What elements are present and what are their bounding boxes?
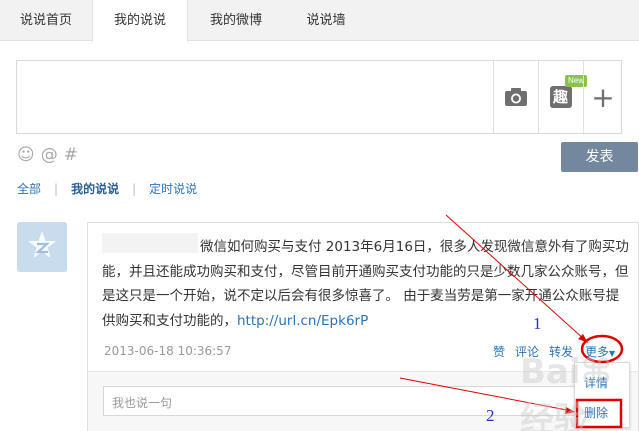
annotation-number-1: 1 (533, 314, 542, 333)
qu-icon: 趣 (549, 86, 572, 108)
like-button[interactable]: 赞 (493, 343, 505, 360)
publish-button[interactable]: 发表 (561, 142, 638, 172)
filter-separator: | (54, 181, 59, 196)
smiley-icon[interactable]: ☺ (17, 145, 35, 165)
composer-extras: ☺ @ # (17, 145, 78, 165)
camera-icon (504, 88, 527, 106)
filter-mine[interactable]: 我的说说 (71, 180, 119, 197)
add-button[interactable]: + (583, 61, 622, 133)
composer-input[interactable] (17, 61, 491, 133)
hashtag-icon[interactable]: # (64, 145, 78, 165)
annotation-number-2: 2 (486, 406, 495, 425)
tab-shuoshuo-home[interactable]: 说说首页 (0, 0, 92, 41)
tab-shuoshuo-wall[interactable]: 说说墙 (284, 0, 368, 41)
qu-button[interactable]: 趣 New (538, 61, 588, 133)
avatar[interactable] (17, 222, 67, 272)
post-content: 微信如何购买与支付 2013年6月16日，很多人发现微信意外有了购买功能，并且还… (102, 235, 630, 333)
camera-button[interactable] (493, 61, 537, 133)
reply-input[interactable]: 我也说一句 (103, 386, 577, 416)
at-icon[interactable]: @ (41, 145, 58, 165)
filter-separator: | (132, 181, 137, 196)
tab-my-shuoshuo[interactable]: 我的说说 (92, 0, 188, 42)
filter-all[interactable]: 全部 (17, 180, 41, 197)
default-avatar-icon (17, 222, 67, 272)
plus-icon: + (591, 80, 615, 114)
filter-bar: 全部 | 我的说说 | 定时说说 (17, 180, 197, 197)
post-timestamp: 2013-06-18 10:36:57 (104, 344, 232, 358)
baidu-watermark: Bai⌘经验 (520, 352, 613, 431)
tab-my-weibo[interactable]: 我的微博 (188, 0, 284, 41)
composer-box: 趣 New + (16, 60, 622, 134)
filter-scheduled[interactable]: 定时说说 (149, 180, 197, 197)
post-link[interactable]: http://url.cn/Epk6rP (237, 313, 368, 329)
tab-bar: 说说首页 我的说说 我的微博 说说墙 (0, 0, 639, 42)
